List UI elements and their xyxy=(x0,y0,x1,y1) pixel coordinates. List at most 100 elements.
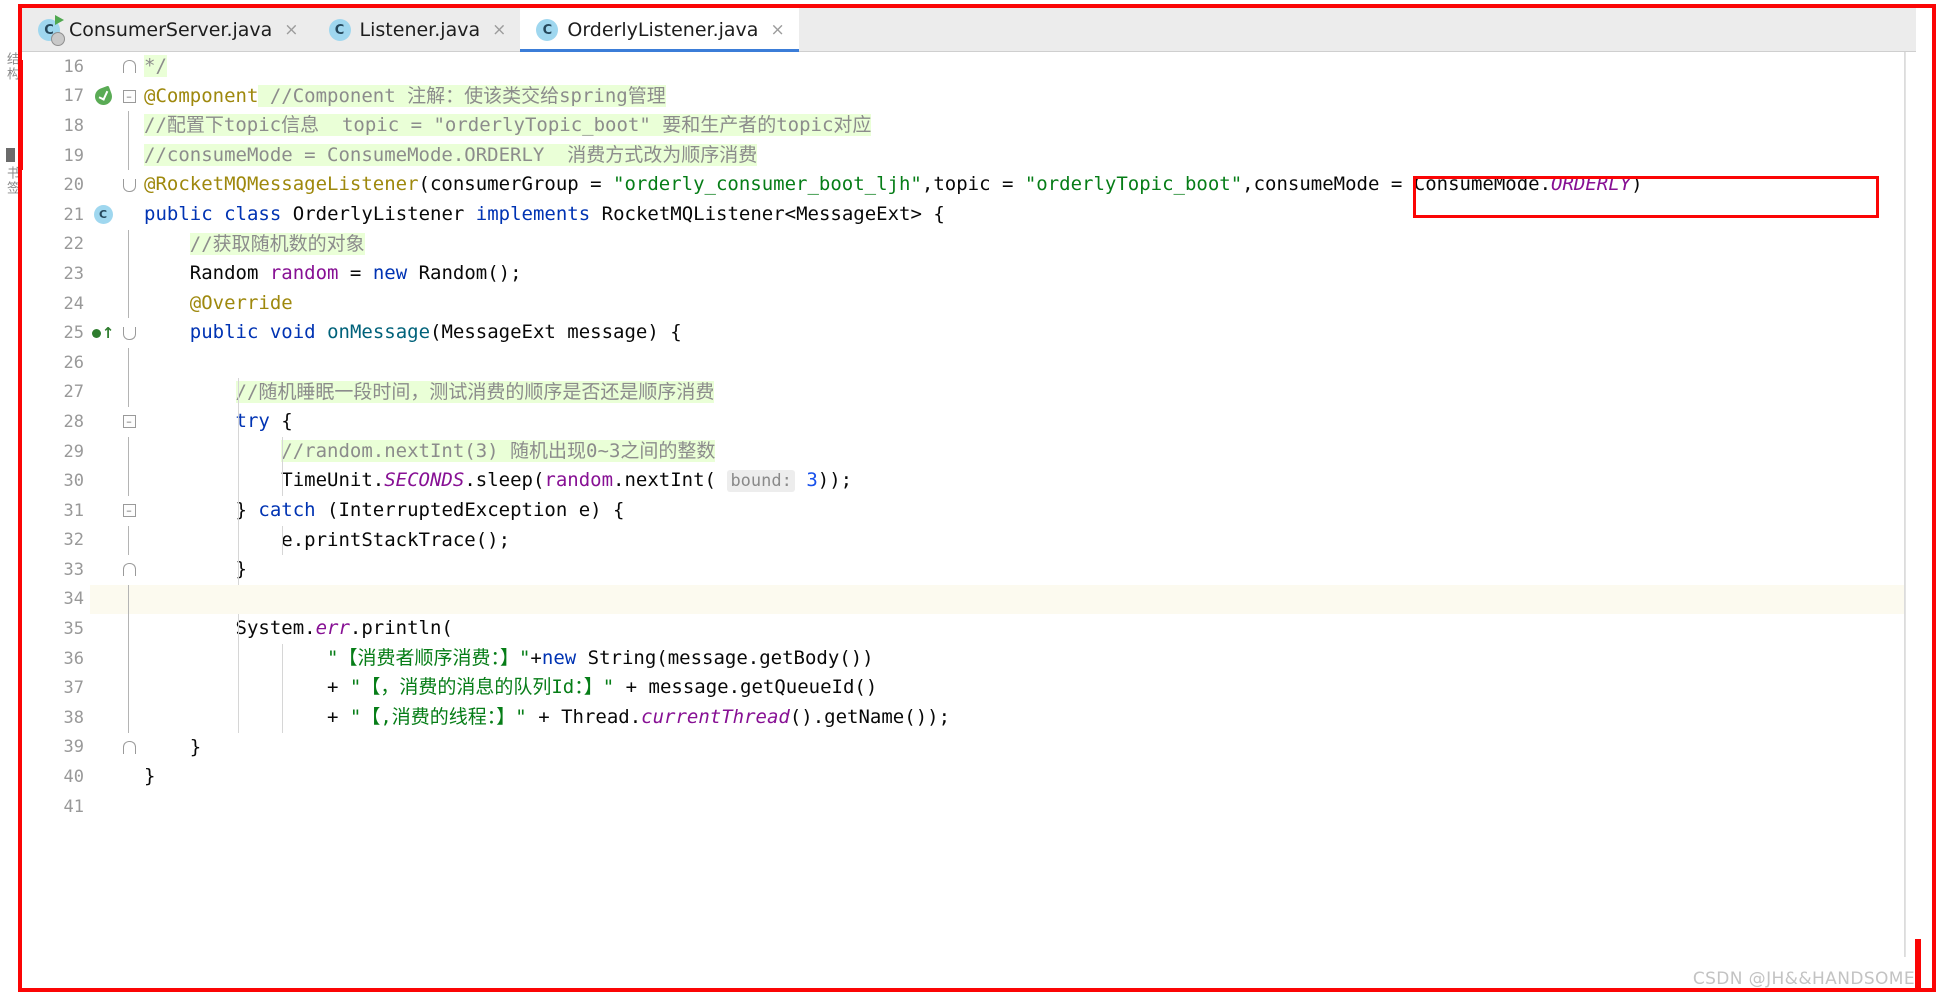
fold-slot[interactable] xyxy=(116,318,142,348)
code-line[interactable]: 27 //随机睡眠一段时间，测试消费的顺序是否还是顺序消费 xyxy=(22,377,1916,408)
gutter-icon-slot xyxy=(90,733,116,763)
code-text: @Component //Component 注解：使该类交给spring管理 xyxy=(144,84,666,107)
fold-slot[interactable] xyxy=(116,377,142,408)
code-line[interactable]: 22 //获取随机数的对象 xyxy=(22,229,1916,260)
code-line[interactable]: 36 "【消费者顺序消费：】"+new String(message.getBo… xyxy=(22,643,1916,674)
code-line[interactable]: 31 – } catch (InterruptedException e) { xyxy=(22,495,1916,526)
code-line[interactable]: 21 C public class OrderlyListener implem… xyxy=(22,199,1916,230)
fold-arrow-down-icon[interactable] xyxy=(122,178,136,192)
code-text: System.err.println( xyxy=(142,614,1916,644)
fold-slot[interactable] xyxy=(116,555,142,585)
editor-tab-bar: C ConsumerServer.java × C Listener.java … xyxy=(22,8,1916,52)
line-number: 36 xyxy=(22,643,90,674)
close-icon[interactable]: × xyxy=(284,21,298,39)
fold-collapse-icon[interactable]: – xyxy=(122,89,136,103)
fold-slot[interactable] xyxy=(116,614,142,644)
code-line[interactable]: 26 xyxy=(22,347,1916,378)
code-line[interactable]: 38 + "【,消费的线程：】" + Thread.currentThread(… xyxy=(22,703,1916,733)
gutter-icon-slot xyxy=(90,792,116,822)
gutter-icon-slot xyxy=(90,378,116,408)
override-method-icon[interactable]: ↑ xyxy=(90,318,116,348)
fold-slot[interactable] xyxy=(116,792,142,822)
code-line[interactable]: 30 TimeUnit.SECONDS.sleep(random.nextInt… xyxy=(22,465,1916,497)
gutter-icon-slot xyxy=(90,703,116,733)
fold-slot[interactable] xyxy=(116,762,142,792)
tab-consumer-server[interactable]: C ConsumerServer.java × xyxy=(22,8,313,52)
line-number: 35 xyxy=(22,614,90,644)
fold-slot[interactable] xyxy=(116,584,142,615)
code-line[interactable]: 18 //配置下topic信息 topic = "orderlyTopic_bo… xyxy=(22,111,1916,141)
left-tool-stripe: 结构 书签 xyxy=(0,48,22,988)
fold-slot[interactable]: – xyxy=(116,496,142,526)
fold-slot[interactable] xyxy=(116,229,142,260)
gutter-icon-slot xyxy=(90,141,116,171)
code-line[interactable]: 32 e.printStackTrace(); xyxy=(22,525,1916,556)
fold-slot[interactable] xyxy=(116,170,142,200)
java-class-icon[interactable]: C xyxy=(90,200,116,230)
fold-slot[interactable] xyxy=(116,733,142,763)
code-line[interactable]: 37 + "【，消费的消息的队列Id：】" + message.getQueue… xyxy=(22,673,1916,704)
line-number: 16 xyxy=(22,52,90,82)
code-line[interactable]: 35 System.err.println( xyxy=(22,614,1916,644)
gutter-icon-slot xyxy=(90,555,116,585)
breakpoint-marker[interactable] xyxy=(6,148,15,162)
line-number: 39 xyxy=(22,732,90,763)
code-line[interactable]: 17 – @Component //Component 注解：使该类交给spri… xyxy=(22,81,1916,112)
code-editor-area[interactable]: 16 */ 17 – @Component //Component 注解：使该类… xyxy=(22,52,1916,957)
fold-slot[interactable] xyxy=(116,436,142,467)
code-text: //random.nextInt(3) 随机出现0~3之间的整数 xyxy=(142,436,1916,467)
fold-arrow-up-icon[interactable] xyxy=(122,740,136,754)
code-line[interactable]: 16 */ xyxy=(22,52,1916,82)
gutter-icon-slot xyxy=(90,466,116,496)
code-line[interactable]: 40 } xyxy=(22,762,1916,792)
code-line[interactable]: 29 //random.nextInt(3) 随机出现0~3之间的整数 xyxy=(22,436,1916,467)
code-line[interactable]: 20 @RocketMQMessageListener(consumerGrou… xyxy=(22,170,1916,200)
fold-slot[interactable] xyxy=(116,673,142,704)
watermark-text: CSDN @JH&&HANDSOME xyxy=(1692,969,1915,989)
fold-slot[interactable] xyxy=(116,259,142,289)
java-class-icon: C xyxy=(328,19,351,41)
fold-slot[interactable] xyxy=(116,643,142,674)
fold-slot[interactable] xyxy=(116,347,142,378)
code-line[interactable]: 33 } xyxy=(22,555,1916,585)
code-line[interactable]: 25 ↑ public void onMessage(MessageExt me… xyxy=(22,318,1916,348)
fold-slot[interactable] xyxy=(116,466,142,496)
code-line-current[interactable]: 34 xyxy=(22,584,1916,615)
stripe-label-bookmarks[interactable]: 书签 xyxy=(2,166,21,196)
fold-slot[interactable] xyxy=(116,111,142,141)
java-class-icon: C xyxy=(536,19,559,41)
code-text: //随机睡眠一段时间，测试消费的顺序是否还是顺序消费 xyxy=(142,377,1916,408)
line-number: 21 xyxy=(22,199,90,230)
fold-collapse-icon[interactable]: – xyxy=(122,504,136,518)
fold-arrow-up-icon[interactable] xyxy=(122,563,136,577)
fold-slot[interactable] xyxy=(116,288,142,319)
line-number: 27 xyxy=(22,377,90,408)
fold-slot[interactable] xyxy=(116,703,142,733)
spring-bean-icon[interactable] xyxy=(90,82,116,112)
markup-scrollbar[interactable] xyxy=(1905,52,1919,957)
line-number: 29 xyxy=(22,436,90,467)
fold-arrow-up-icon[interactable] xyxy=(122,60,136,74)
code-line[interactable]: 19 //consumeMode = ConsumeMode.ORDERLY 消… xyxy=(22,140,1916,171)
gutter-icon-slot xyxy=(90,111,116,141)
fold-slot[interactable] xyxy=(116,140,142,171)
tab-orderly-listener[interactable]: C OrderlyListener.java × xyxy=(520,8,800,52)
code-line[interactable]: 39 } xyxy=(22,732,1916,763)
fold-slot[interactable] xyxy=(116,52,142,82)
tab-listener[interactable]: C Listener.java × xyxy=(313,8,521,52)
fold-slot[interactable]: – xyxy=(116,407,142,437)
close-icon[interactable]: × xyxy=(770,21,784,39)
gutter-icon-slot xyxy=(90,644,116,674)
fold-arrow-down-icon[interactable] xyxy=(122,326,136,340)
code-line[interactable]: 41 xyxy=(22,791,1916,822)
fold-slot[interactable] xyxy=(116,525,142,556)
code-line[interactable]: 28 – try { xyxy=(22,407,1916,437)
fold-slot[interactable] xyxy=(116,200,142,230)
line-number: 40 xyxy=(22,762,90,792)
code-line[interactable]: 24 @Override xyxy=(22,288,1916,319)
close-icon[interactable]: × xyxy=(492,21,506,39)
fold-collapse-icon[interactable]: – xyxy=(122,415,136,429)
code-line[interactable]: 23 Random random = new Random(); xyxy=(22,259,1916,289)
line-number: 25 xyxy=(22,318,90,348)
fold-slot[interactable]: – xyxy=(116,82,142,112)
